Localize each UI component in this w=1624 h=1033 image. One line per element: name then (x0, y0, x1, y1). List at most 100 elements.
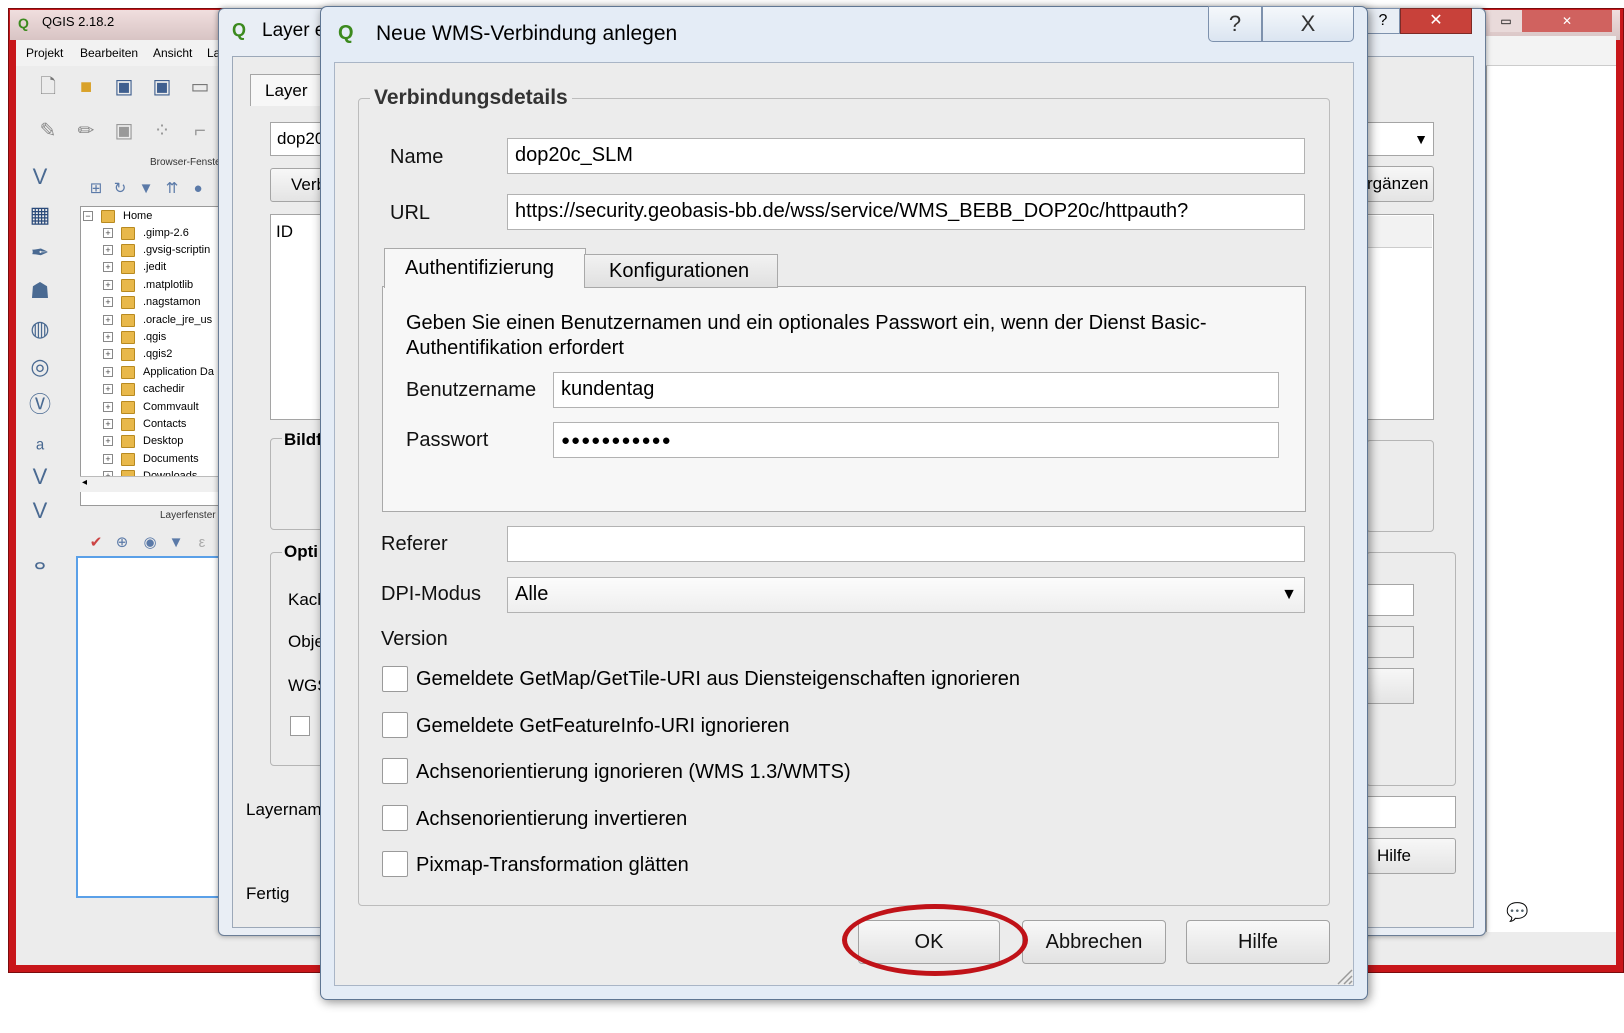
help-icon[interactable]: ? (1366, 8, 1400, 34)
add-default-servers-button[interactable]: rgänzen (1366, 166, 1434, 202)
expand-icon[interactable]: + (103, 349, 113, 359)
folder-icon (121, 261, 135, 274)
minimize-icon[interactable]: ▭ (1490, 10, 1522, 32)
close-button[interactable]: X (1262, 6, 1354, 42)
layer-dialog-controls: ? ✕ (1366, 8, 1476, 38)
auth-description-line: Authentifikation erfordert (406, 337, 624, 359)
new-shapefile-icon[interactable]: V (24, 497, 56, 525)
expand-icon[interactable]: + (103, 454, 113, 464)
save-edits-icon[interactable]: ▣ (112, 118, 136, 144)
menu-projekt[interactable]: Projekt (26, 46, 63, 60)
qgis-file-toolbar: 🗋 ■ ▣ ▣ ▭ (16, 66, 236, 110)
move-feature-icon[interactable]: ⌐ (188, 118, 212, 144)
auth-description-line: Geben Sie einen Benutzernamen und ein op… (406, 312, 1207, 334)
smooth-pixmap-label: Pixmap-Transformation glätten (416, 854, 689, 876)
add-virtual-layer-icon[interactable]: V (24, 463, 56, 491)
close-icon[interactable]: ✕ (1400, 8, 1472, 34)
properties-icon[interactable]: ● (186, 176, 210, 202)
add-feature-icon[interactable]: ⁘ (150, 118, 174, 144)
dpi-mode-select[interactable]: Alle (507, 577, 1305, 613)
add-vector-layer-icon[interactable]: V (24, 163, 56, 191)
ignore-getfeatureinfo-uri-checkbox[interactable] (382, 712, 408, 738)
add-layer-misc-icon[interactable]: ⴰ (24, 549, 56, 577)
filter-icon[interactable]: ▼ (134, 176, 158, 202)
add-selected-icon[interactable]: ⊞ (84, 176, 108, 202)
open-project-icon[interactable]: ■ (74, 74, 98, 100)
folder-icon (121, 435, 135, 448)
new-print-composer-icon[interactable]: ▭ (188, 74, 212, 100)
tile-size-field[interactable] (1366, 584, 1414, 616)
current-edits-icon[interactable]: ✎ (36, 118, 60, 144)
add-wms-layer-icon[interactable]: ◎ (24, 353, 56, 381)
tab-configurations[interactable]: Konfigurationen (584, 254, 778, 288)
expand-icon[interactable]: + (103, 402, 113, 412)
smooth-pixmap-checkbox[interactable] (382, 851, 408, 877)
folder-icon (121, 279, 135, 292)
collapse-all-icon[interactable]: ⇈ (160, 176, 184, 202)
refresh-icon[interactable]: ↻ (108, 176, 132, 202)
tab-authentication[interactable]: Authentifizierung (384, 248, 586, 288)
visibility-icon[interactable]: ◉ (138, 530, 162, 556)
resize-grip-icon[interactable] (1334, 966, 1354, 986)
expand-icon[interactable]: + (103, 419, 113, 429)
add-wfs-layer-icon[interactable]: ₐ (24, 427, 56, 455)
invert-axis-orientation-checkbox[interactable] (382, 805, 408, 831)
folder-icon (121, 296, 135, 309)
folder-icon (121, 366, 135, 379)
layer-name-label: Layernam (246, 800, 322, 819)
add-delimited-text-icon[interactable]: ✒ (24, 239, 56, 267)
layer-list[interactable] (76, 556, 228, 898)
save-as-icon[interactable]: ▣ (150, 74, 174, 100)
cancel-button[interactable]: Abbrechen (1022, 920, 1166, 964)
chevron-down-icon[interactable]: ▼ (1410, 126, 1432, 152)
expand-icon[interactable]: + (103, 262, 113, 272)
chat-icon[interactable]: 💬 (1506, 902, 1528, 923)
folder-icon (121, 314, 135, 327)
expand-icon[interactable]: + (103, 280, 113, 290)
qgis-layer-toolbar: V ▦ ✒ ☗ ◍ ◎ Ⓥ ₐ V V ⴰ (16, 155, 72, 965)
help-dialog-button[interactable]: Hilfe (1186, 920, 1330, 964)
expand-icon[interactable]: + (103, 228, 113, 238)
change-crs-button[interactable] (1366, 668, 1414, 704)
add-wcs-layer-icon[interactable]: Ⓥ (24, 391, 56, 419)
add-spatialite-layer-icon[interactable]: ◍ (24, 315, 56, 343)
chevron-down-icon[interactable]: ▼ (1276, 580, 1302, 610)
expand-icon[interactable]: + (103, 315, 113, 325)
password-field[interactable]: ●●●●●●●●●●● (553, 422, 1279, 458)
style-icon[interactable]: ✔ (84, 530, 108, 556)
help-button[interactable]: ? (1208, 6, 1262, 42)
add-raster-layer-icon[interactable]: ▦ (24, 201, 56, 229)
toggle-editing-icon[interactable]: ✏ (74, 118, 98, 144)
expand-icon[interactable]: + (103, 384, 113, 394)
expression-filter-icon[interactable]: ε (190, 530, 214, 556)
ignore-axis-orientation-checkbox[interactable] (382, 758, 408, 784)
image-format-group-label: Bildf (282, 430, 324, 450)
expand-icon[interactable]: + (103, 332, 113, 342)
name-field[interactable]: dop20c_SLM (507, 138, 1305, 174)
expand-icon[interactable]: + (103, 436, 113, 446)
filter-legend-icon[interactable]: ▼ (164, 530, 188, 556)
layer-help-button[interactable]: Hilfe (1366, 838, 1456, 874)
save-project-icon[interactable]: ▣ (112, 74, 136, 100)
add-group-icon[interactable]: ⊕ (110, 530, 134, 556)
referer-field[interactable] (507, 526, 1305, 562)
close-icon[interactable]: ✕ (1522, 10, 1612, 32)
url-field[interactable]: https://security.geobasis-bb.de/wss/serv… (507, 194, 1305, 230)
expand-icon[interactable]: + (103, 297, 113, 307)
layer-name-field[interactable] (1366, 796, 1456, 828)
ignore-getmap-uri-checkbox[interactable] (382, 666, 408, 692)
ignore-getmap-uri-label: Gemeldete GetMap/GetTile-URI aus Dienste… (416, 668, 1021, 690)
add-postgis-layer-icon[interactable]: ☗ (24, 277, 56, 305)
expand-icon[interactable]: + (103, 367, 113, 377)
option-checkbox[interactable] (290, 716, 310, 736)
qgis-window-title: QGIS 2.18.2 (42, 14, 115, 29)
menu-ansicht[interactable]: Ansicht (153, 46, 192, 60)
collapse-icon[interactable]: − (83, 211, 93, 221)
feature-limit-field[interactable] (1366, 626, 1414, 658)
expand-icon[interactable]: + (103, 245, 113, 255)
username-field[interactable]: kundentag (553, 372, 1279, 408)
scroll-left-icon[interactable]: ◂ (82, 477, 87, 488)
new-project-icon[interactable]: 🗋 (36, 74, 60, 100)
menu-bearbeiten[interactable]: Bearbeiten (80, 46, 138, 60)
browser-horizontal-scrollbar[interactable]: ◂ (80, 476, 228, 492)
